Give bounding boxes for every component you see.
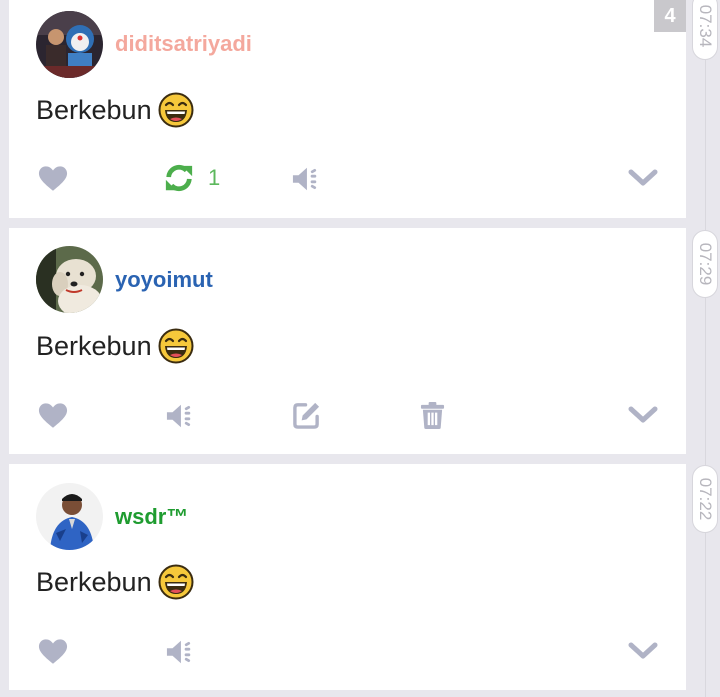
like-icon (38, 402, 68, 429)
like-button[interactable] (38, 165, 68, 192)
like-button[interactable] (38, 402, 68, 429)
like-icon (38, 638, 68, 665)
post-text-content: Berkebun (36, 330, 152, 361)
avatar[interactable] (36, 246, 103, 313)
post-card[interactable]: wsdr™ Berkebun (9, 464, 686, 690)
delete-button[interactable] (420, 401, 445, 430)
repost-icon (164, 163, 194, 193)
post-time-label: 07:22 (696, 477, 715, 521)
more-options-button[interactable] (628, 169, 658, 187)
mute-button[interactable] (166, 638, 194, 666)
unread-count-badge: 4 (654, 0, 686, 32)
timeline-line (705, 0, 706, 697)
grinning-emoji (158, 92, 194, 128)
chevron-down-icon (628, 169, 658, 187)
post-text: Berkebun (36, 564, 194, 600)
grinning-emoji (158, 328, 194, 364)
post-text: Berkebun (36, 92, 194, 128)
mute-icon (166, 402, 194, 430)
post-text-content: Berkebun (36, 566, 152, 597)
chevron-down-icon (628, 642, 658, 660)
mute-button[interactable] (166, 402, 194, 430)
trash-icon (420, 401, 445, 430)
more-options-button[interactable] (628, 406, 658, 424)
post-card[interactable]: yoyoimut Berkebun (9, 228, 686, 454)
username[interactable]: wsdr™ (115, 506, 188, 528)
edit-button[interactable] (292, 401, 321, 430)
username[interactable]: yoyoimut (115, 269, 213, 291)
more-options-button[interactable] (628, 642, 658, 660)
mute-icon (166, 638, 194, 666)
avatar[interactable] (36, 11, 103, 78)
repost-count: 1 (208, 165, 221, 190)
post-time: 07:22 (692, 465, 718, 533)
post-time: 07:34 (692, 0, 718, 60)
post-card[interactable]: diditsatriyadi Berkebun 1 (9, 0, 686, 218)
mute-button[interactable] (292, 165, 320, 193)
username[interactable]: diditsatriyadi (115, 33, 252, 55)
post-text: Berkebun (36, 328, 194, 364)
post-time-label: 07:34 (696, 4, 715, 48)
repost-button[interactable]: 1 (164, 163, 220, 193)
edit-icon (292, 401, 321, 430)
grinning-emoji (158, 564, 194, 600)
like-icon (38, 165, 68, 192)
post-time: 07:29 (692, 230, 718, 298)
post-text-content: Berkebun (36, 94, 152, 125)
like-button[interactable] (38, 638, 68, 665)
chevron-down-icon (628, 406, 658, 424)
avatar[interactable] (36, 483, 103, 550)
post-time-label: 07:29 (696, 242, 715, 286)
mute-icon (292, 165, 320, 193)
